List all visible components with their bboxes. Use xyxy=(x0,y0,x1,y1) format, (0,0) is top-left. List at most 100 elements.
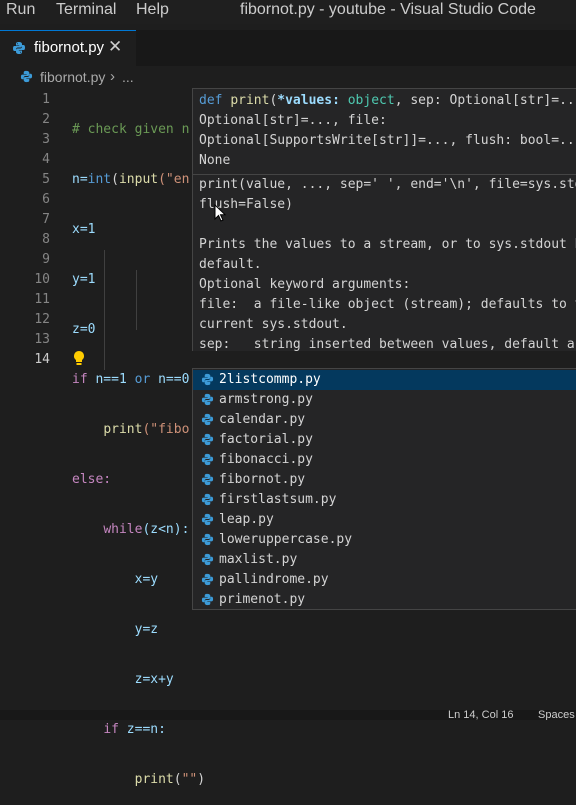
suggestion-label: primenot.py xyxy=(219,592,306,607)
line-number-gutter: 1 2 3 4 5 6 7 8 9 10 11 12 13 14 xyxy=(0,90,50,370)
suggestion-item[interactable]: primenot.py xyxy=(193,590,576,609)
code-line: z=0 xyxy=(72,320,205,340)
python-file-icon xyxy=(20,70,33,86)
code-token: n= xyxy=(72,172,88,187)
python-file-icon xyxy=(201,533,214,550)
lightbulb-icon[interactable] xyxy=(72,350,86,371)
code-editor[interactable]: # check given n n=int(input("en x=1 y=1 … xyxy=(72,90,205,805)
python-file-icon xyxy=(201,553,214,570)
indentation-status[interactable]: Spaces xyxy=(538,710,575,720)
signature-token: , sep: Optional[str]=..., xyxy=(394,93,576,108)
code-line: z=x+y xyxy=(72,670,205,690)
code-token: if xyxy=(72,372,88,387)
line-number: 11 xyxy=(34,292,50,307)
signature-help-popup: def print(*values: object, sep: Optional… xyxy=(192,88,576,351)
cursor-position[interactable]: Ln 14, Col 16 xyxy=(448,710,513,720)
mouse-pointer-icon xyxy=(214,203,227,227)
active-parameter: *values: xyxy=(277,93,348,108)
python-file-icon xyxy=(201,593,214,609)
suggestion-label: leap.py xyxy=(219,512,274,527)
menu-terminal[interactable]: Terminal xyxy=(56,1,116,19)
doc-line: file: a file-like object (stream); defau… xyxy=(199,297,576,312)
doc-line: Prints the values to a stream, or to sys… xyxy=(199,237,576,252)
chevron-right-icon: › xyxy=(110,68,115,85)
suggestion-item[interactable]: factorial.py xyxy=(193,430,576,450)
close-icon[interactable]: ✕ xyxy=(108,37,122,57)
suggestion-item-selected[interactable]: 2listcommp.py xyxy=(193,370,576,390)
suggestion-item[interactable]: firstlastsum.py xyxy=(193,490,576,510)
suggestion-item[interactable]: fibornot.py xyxy=(193,470,576,490)
python-file-icon xyxy=(201,453,214,470)
line-number: 3 xyxy=(42,132,50,147)
suggestion-label: fibornot.py xyxy=(219,472,306,487)
suggestion-label: factorial.py xyxy=(219,432,313,447)
tab-fibornot[interactable]: fibornot.py ✕ xyxy=(0,30,136,66)
line-number: 1 xyxy=(42,92,50,107)
menu-help[interactable]: Help xyxy=(136,1,169,19)
menu-run[interactable]: Run xyxy=(6,1,35,19)
suggestion-label: armstrong.py xyxy=(219,392,313,407)
suggestion-label: calendar.py xyxy=(219,412,306,427)
code-token: n==1 xyxy=(87,372,135,387)
code-line: y=z xyxy=(72,620,205,640)
line-number: 2 xyxy=(42,112,50,127)
python-file-icon xyxy=(201,433,214,450)
suggestion-item[interactable]: maxlist.py xyxy=(193,550,576,570)
suggestion-label: maxlist.py xyxy=(219,552,298,567)
suggestion-item[interactable]: loweruppercase.py xyxy=(193,530,576,550)
code-token: input xyxy=(118,172,159,187)
code-token: if xyxy=(103,722,119,737)
code-token: z==n: xyxy=(118,722,166,737)
python-file-icon xyxy=(201,493,214,510)
line-number: 7 xyxy=(42,212,50,227)
suggestion-item[interactable]: armstrong.py xyxy=(193,390,576,410)
python-file-icon xyxy=(201,473,214,490)
suggestion-label: fibonacci.py xyxy=(219,452,313,467)
code-token: y=z xyxy=(134,622,159,637)
line-number: 9 xyxy=(42,252,50,267)
breadcrumb-symbols[interactable]: ... xyxy=(122,69,134,85)
signature-token: object xyxy=(347,93,395,108)
signature-line: Optional[SupportsWrite[str]]=..., flush:… xyxy=(199,133,576,148)
python-file-icon xyxy=(12,41,26,60)
line-number: 10 xyxy=(34,272,50,287)
code-token: n==0 xyxy=(150,372,190,387)
code-token: "" xyxy=(181,772,198,787)
code-line: n=int(input("en xyxy=(72,170,205,190)
suggestion-item[interactable]: pallindrome.py xyxy=(193,570,576,590)
suggestion-item[interactable]: leap.py xyxy=(193,510,576,530)
code-line: else: xyxy=(72,470,205,490)
signature-token: def xyxy=(199,93,231,108)
python-file-icon xyxy=(201,393,214,410)
code-line: if z==n: xyxy=(72,720,205,740)
tab-label: fibornot.py xyxy=(34,39,105,56)
suggestion-item[interactable]: fibonacci.py xyxy=(193,450,576,470)
signature-line: None xyxy=(199,153,231,168)
doc-line: Optional keyword arguments: xyxy=(199,277,411,292)
line-number: 6 xyxy=(42,192,50,207)
code-line: x=1 xyxy=(72,220,205,240)
breadcrumb-file[interactable]: fibornot.py xyxy=(40,69,105,85)
code-token: ) xyxy=(197,772,206,787)
doc-line: sep: string inserted between values, def… xyxy=(199,337,575,351)
code-line: print("fibo xyxy=(72,420,205,440)
code-line-current: print("") xyxy=(72,770,205,790)
suggestion-widget: 2listcommp.py armstrong.py calendar.py f… xyxy=(192,368,576,610)
title-bar: Run Terminal Help fibornot.py - youtube … xyxy=(0,0,576,24)
code-token: print xyxy=(134,772,174,787)
breadcrumb: fibornot.py › ... xyxy=(0,66,576,90)
code-line: if n==1 or n==0 xyxy=(72,370,205,390)
line-number: 4 xyxy=(42,152,50,167)
python-file-icon xyxy=(201,373,214,390)
signature-token: print xyxy=(230,93,270,108)
code-line: while(z<n): xyxy=(72,520,205,540)
signature-line: def print(*values: object, sep: Optional… xyxy=(199,91,576,111)
suggestion-label: pallindrome.py xyxy=(219,572,329,587)
code-token: ( xyxy=(173,772,182,787)
tab-bar: fibornot.py ✕ xyxy=(0,30,576,66)
suggestion-item[interactable]: calendar.py xyxy=(193,410,576,430)
code-token: x=y xyxy=(134,572,159,587)
comment-text: # check given n xyxy=(72,122,190,137)
code-token: print xyxy=(103,422,143,437)
python-file-icon xyxy=(201,573,214,590)
